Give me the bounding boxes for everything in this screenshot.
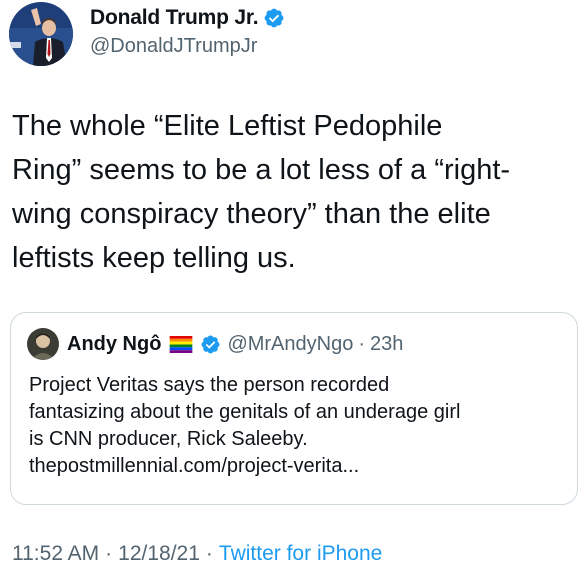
quoted-avatar[interactable]: [27, 328, 59, 360]
author-handle[interactable]: @DonaldJTrumpJr: [90, 35, 257, 58]
avatar-image: [9, 2, 73, 66]
quoted-verified-badge-icon: [200, 334, 221, 355]
author-name-row: Donald Trump Jr.: [90, 5, 285, 31]
verified-badge-icon: [263, 7, 285, 29]
quoted-separator: ·: [358, 332, 366, 355]
tweet-source-link[interactable]: Twitter for iPhone: [219, 542, 382, 566]
author-display-name[interactable]: Donald Trump Jr.: [90, 6, 259, 30]
quoted-handle: @MrAndyNgo: [227, 332, 354, 355]
quoted-tweet-text: Project Veritas says the person recorded…: [29, 374, 461, 477]
tweet-date[interactable]: 12/18/21: [118, 542, 200, 566]
tweet-text: The whole “Elite Leftist Pedophile Ring”…: [12, 110, 511, 274]
tweet-header: Donald Trump Jr. @DonaldJTrumpJr: [0, 0, 582, 74]
tweet-time[interactable]: 11:52 AM: [12, 542, 99, 566]
tweet-metadata: 11:52 AM · 12/18/21 · Twitter for iPhone: [12, 542, 382, 566]
avatar[interactable]: [9, 2, 73, 66]
meta-separator: ·: [105, 542, 113, 565]
quoted-avatar-image: [27, 328, 59, 360]
rainbow-flag-icon: [169, 335, 193, 353]
quoted-timestamp[interactable]: 23h: [370, 333, 403, 356]
quoted-tweet-header: Andy Ngô @MrAndyNgo · 23h: [27, 327, 403, 361]
meta-separator-2: ·: [205, 542, 213, 565]
quoted-display-name: Andy Ngô: [67, 332, 162, 355]
quoted-tweet-card[interactable]: Andy Ngô @MrAndyNgo · 23h Project Verita…: [10, 312, 578, 505]
